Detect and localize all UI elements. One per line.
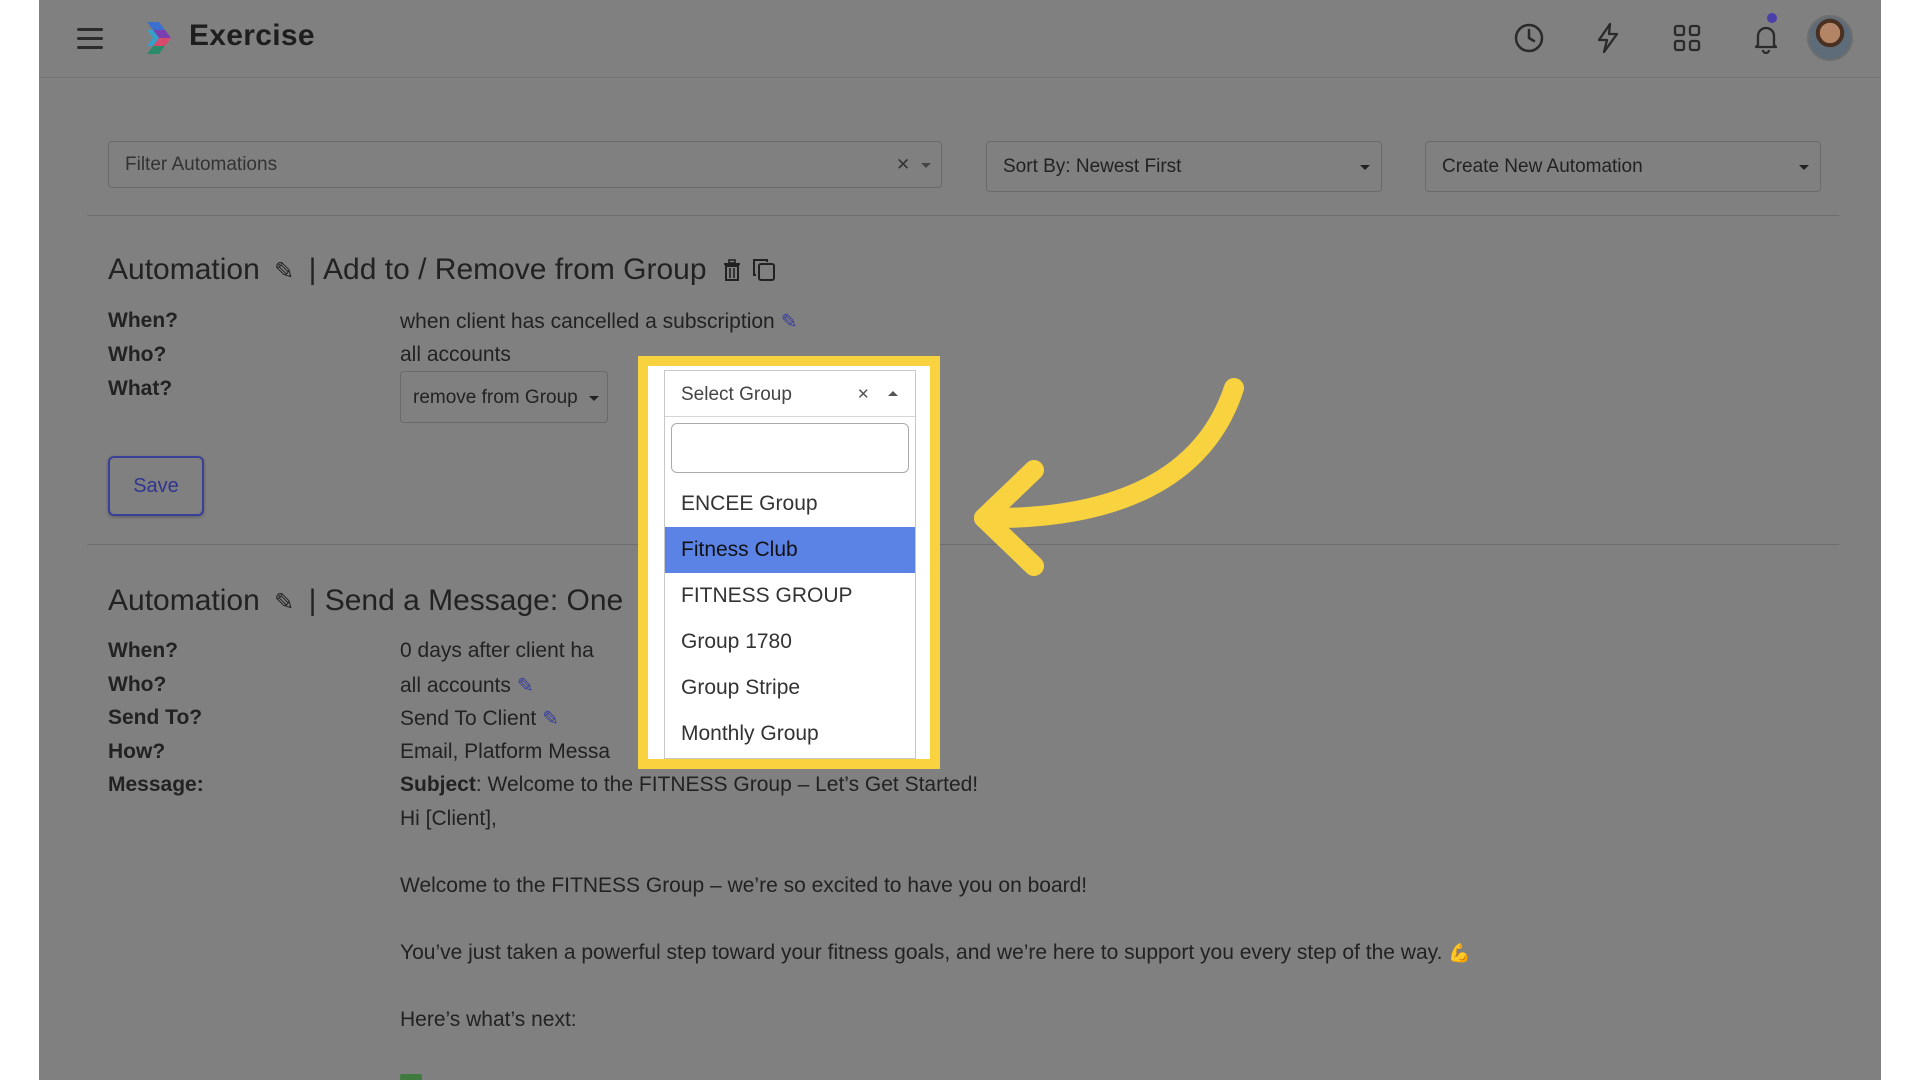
pencil-icon[interactable]: ✎	[517, 673, 534, 698]
divider	[87, 544, 1839, 545]
subject-label: Subject	[400, 773, 476, 796]
sort-select[interactable]: Sort By: Newest First	[986, 141, 1382, 192]
menu-icon[interactable]	[77, 28, 103, 50]
pencil-icon[interactable]: ✎	[542, 706, 559, 731]
who-text: all accounts	[400, 674, 511, 697]
who-value: all accounts	[400, 343, 511, 366]
divider	[87, 215, 1839, 216]
send-to-label: Send To?	[108, 706, 203, 729]
when-text-start: 0 days after client ha	[400, 639, 594, 662]
who-label: Who?	[108, 673, 167, 696]
create-label: Create New Automation	[1442, 155, 1643, 177]
send-to-value: Send To Client ✎	[400, 706, 559, 731]
send-to-text: Send To Client	[400, 707, 537, 730]
lightning-icon[interactable]	[1590, 20, 1626, 56]
avatar[interactable]	[1807, 15, 1853, 61]
copy-icon[interactable]	[751, 257, 777, 283]
group-select[interactable]: Select Group ✕	[665, 371, 915, 417]
group-option[interactable]: Monthly Group	[665, 711, 915, 757]
pencil-icon[interactable]: ✎	[274, 257, 294, 286]
message-paragraph: Welcome to the FITNESS Group – we’re so …	[400, 874, 1088, 897]
trash-icon[interactable]	[721, 258, 743, 282]
subject-value: : Welcome to the FITNESS Group – Let’s G…	[475, 773, 979, 796]
action-select[interactable]: remove from Group	[400, 371, 608, 423]
group-select-placeholder: Select Group	[681, 384, 792, 405]
pencil-icon[interactable]: ✎	[781, 309, 798, 334]
chevron-up-icon	[888, 391, 898, 396]
notification-badge	[1767, 13, 1777, 23]
app-title: Exercise	[189, 19, 315, 52]
group-search-input[interactable]	[671, 423, 909, 473]
when-label: When?	[108, 309, 178, 332]
how-value: Email, Platform Messa	[400, 740, 611, 763]
automation-title: Automation ✎ | Send a Message: One	[108, 584, 623, 618]
chevron-down-icon	[1799, 165, 1809, 170]
message-label: Message:	[108, 773, 204, 796]
clear-icon[interactable]: ✕	[896, 155, 910, 175]
pencil-icon[interactable]: ✎	[274, 588, 294, 617]
who-label: Who?	[108, 343, 167, 366]
top-bar: Exercise	[39, 0, 1881, 78]
message-paragraph: Here’s what’s next:	[400, 1008, 577, 1031]
clear-icon[interactable]: ✕	[857, 385, 870, 403]
bell-icon[interactable]	[1748, 20, 1784, 56]
group-dropdown[interactable]: Select Group ✕ ENCEE Group Fitness Club …	[664, 370, 916, 759]
automation-title-prefix: Automation	[108, 253, 260, 286]
curved-arrow-icon	[974, 378, 1244, 576]
group-option[interactable]: ENCEE Group	[665, 481, 915, 527]
automation-title: Automation ✎ | Add to / Remove from Grou…	[108, 253, 777, 287]
chevron-down-icon	[921, 163, 931, 168]
group-option[interactable]: FITNESS GROUP	[665, 573, 915, 619]
apps-grid-icon[interactable]	[1669, 20, 1705, 56]
group-option-selected[interactable]: Fitness Club	[665, 527, 915, 573]
message-paragraph-text: You’ve just taken a powerful step toward…	[400, 941, 1443, 964]
save-button[interactable]: Save	[108, 456, 204, 516]
history-icon[interactable]	[1511, 20, 1547, 56]
automation-title-action: | Send a Message: One	[308, 584, 624, 617]
group-option[interactable]: Group 1780	[665, 619, 915, 665]
checkbox-emoji	[400, 1074, 422, 1080]
flexed-bicep-emoji: 💪	[1448, 943, 1471, 963]
when-text: when client has cancelled a subscription	[400, 310, 775, 333]
automation-title-prefix: Automation	[108, 584, 260, 617]
message-paragraph: You’ve just taken a powerful step toward…	[400, 941, 1471, 965]
app-window: Exercise Filter Automations ✕ Sort By: N…	[39, 0, 1881, 1080]
chevron-down-icon	[589, 396, 599, 401]
when-value: when client has cancelled a subscription…	[400, 309, 797, 334]
how-label: How?	[108, 740, 166, 763]
what-label: What?	[108, 377, 173, 400]
who-value: all accounts ✎	[400, 673, 534, 698]
when-value: 0 days after client ha	[400, 639, 594, 663]
message-subject: Subject: Welcome to the FITNESS Group – …	[400, 773, 978, 797]
sort-label: Sort By: Newest First	[1003, 155, 1182, 177]
logo-icon	[147, 22, 171, 54]
create-automation-select[interactable]: Create New Automation	[1425, 141, 1821, 192]
when-label: When?	[108, 639, 178, 662]
action-select-value: remove from Group	[413, 387, 578, 408]
chevron-down-icon	[1360, 165, 1370, 170]
message-greeting: Hi [Client],	[400, 807, 497, 830]
group-option[interactable]: Group Stripe	[665, 665, 915, 711]
filter-automations-select[interactable]: Filter Automations ✕	[108, 141, 942, 188]
automation-title-action: | Add to / Remove from Group	[308, 253, 707, 286]
filter-placeholder: Filter Automations	[125, 153, 278, 175]
group-options-list: ENCEE Group Fitness Club FITNESS GROUP G…	[665, 481, 915, 757]
